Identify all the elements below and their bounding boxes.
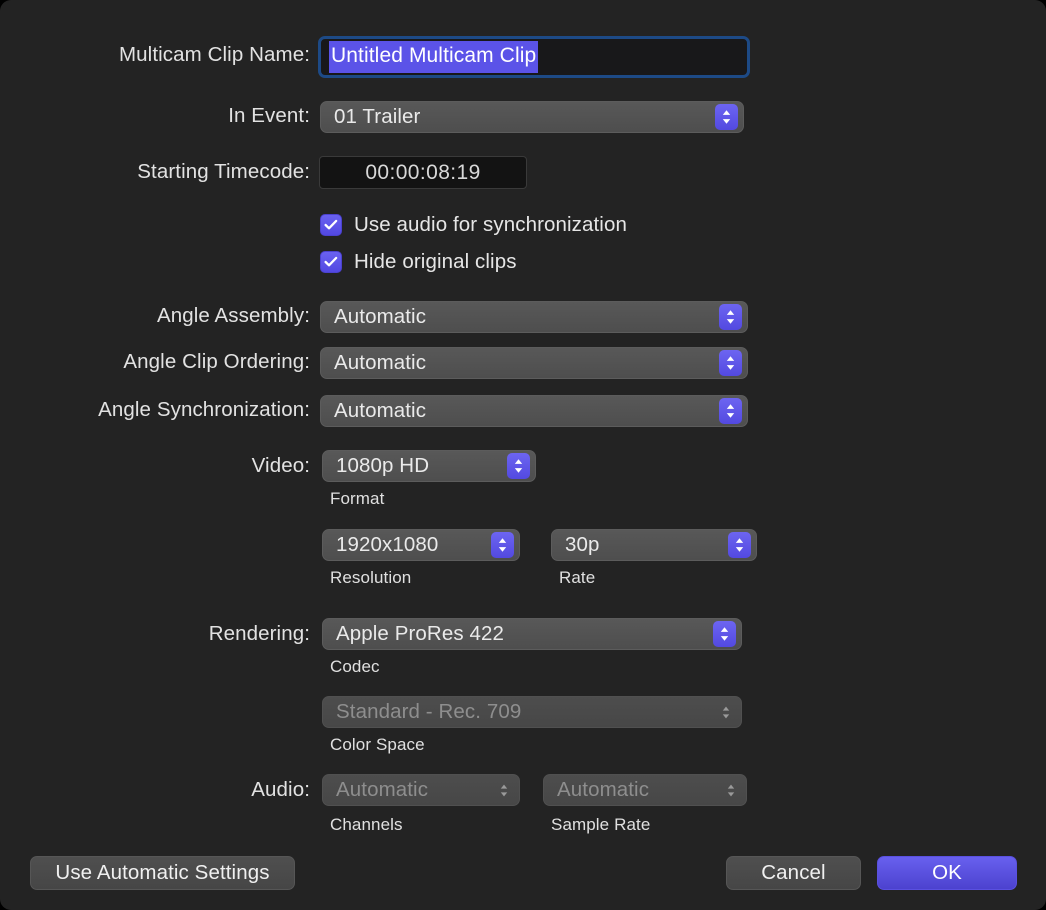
chevron-updown-icon	[494, 777, 514, 803]
starting-timecode-label: Starting Timecode:	[137, 160, 310, 184]
multicam-clip-name-label-row: Multicam Clip Name:	[0, 40, 310, 70]
hide-original-clips-label: Hide original clips	[354, 250, 517, 274]
multicam-clip-name-value: Untitled Multicam Clip	[329, 41, 538, 72]
multicam-clip-name-input-inner[interactable]: Untitled Multicam Clip	[323, 39, 745, 75]
chevron-updown-icon	[507, 453, 530, 479]
multicam-clip-name-input[interactable]: Untitled Multicam Clip	[318, 36, 750, 78]
in-event-popup[interactable]: 01 Trailer	[320, 101, 744, 133]
audio-sample-rate-popup[interactable]: Automatic	[543, 774, 747, 806]
starting-timecode-field[interactable]: 00:00:08:19	[319, 156, 527, 189]
angle-clip-ordering-value: Automatic	[334, 351, 747, 375]
angle-synchronization-popup[interactable]: Automatic	[320, 395, 748, 427]
rendering-label: Rendering:	[209, 622, 310, 646]
video-format-popup[interactable]: 1080p HD	[322, 450, 536, 482]
cancel-button[interactable]: Cancel	[726, 856, 861, 890]
chevron-updown-icon	[491, 532, 514, 558]
checkmark-icon[interactable]	[320, 214, 342, 236]
angle-synchronization-value: Automatic	[334, 399, 747, 423]
checkmark-icon[interactable]	[320, 251, 342, 273]
use-automatic-settings-label: Use Automatic Settings	[55, 861, 269, 885]
video-label: Video:	[252, 454, 310, 478]
video-format-value: 1080p HD	[336, 454, 535, 478]
chevron-updown-icon	[719, 398, 742, 424]
use-audio-for-sync-label: Use audio for synchronization	[354, 213, 627, 237]
chevron-updown-icon	[719, 304, 742, 330]
angle-clip-ordering-popup[interactable]: Automatic	[320, 347, 748, 379]
angle-synchronization-label: Angle Synchronization:	[98, 398, 310, 422]
use-audio-for-sync-checkbox-row[interactable]: Use audio for synchronization	[320, 213, 627, 237]
chevron-updown-icon	[713, 621, 736, 647]
rendering-label-row: Rendering:	[0, 619, 310, 649]
chevron-updown-icon	[728, 532, 751, 558]
chevron-updown-icon	[716, 699, 736, 725]
audio-channels-value: Automatic	[336, 778, 519, 802]
video-rate-popup[interactable]: 30p	[551, 529, 757, 561]
in-event-label-row: In Event:	[0, 101, 310, 131]
rendering-codec-popup[interactable]: Apple ProRes 422	[322, 618, 742, 650]
rendering-codec-caption: Codec	[330, 657, 380, 677]
video-resolution-caption: Resolution	[330, 568, 411, 588]
video-format-caption: Format	[330, 489, 384, 509]
angle-assembly-value: Automatic	[334, 305, 747, 329]
ok-label: OK	[932, 861, 962, 885]
in-event-value: 01 Trailer	[334, 105, 743, 129]
chevron-updown-icon	[715, 104, 738, 130]
rendering-codec-value: Apple ProRes 422	[336, 622, 741, 646]
angle-clip-ordering-label: Angle Clip Ordering:	[123, 350, 310, 374]
audio-label-row: Audio:	[0, 775, 310, 805]
rendering-color-space-caption: Color Space	[330, 735, 425, 755]
chevron-updown-icon	[721, 777, 741, 803]
angle-assembly-label: Angle Assembly:	[157, 304, 310, 328]
angle-assembly-popup[interactable]: Automatic	[320, 301, 748, 333]
in-event-label: In Event:	[228, 104, 310, 128]
chevron-updown-icon	[719, 350, 742, 376]
use-automatic-settings-button[interactable]: Use Automatic Settings	[30, 856, 295, 890]
audio-sample-rate-caption: Sample Rate	[551, 815, 650, 835]
audio-sample-rate-value: Automatic	[557, 778, 746, 802]
hide-original-clips-checkbox-row[interactable]: Hide original clips	[320, 250, 517, 274]
multicam-clip-settings-dialog: Multicam Clip Name: Untitled Multicam Cl…	[0, 0, 1046, 910]
video-resolution-popup[interactable]: 1920x1080	[322, 529, 520, 561]
video-label-row: Video:	[0, 451, 310, 481]
angle-synchronization-label-row: Angle Synchronization:	[0, 395, 310, 425]
audio-channels-popup[interactable]: Automatic	[322, 774, 520, 806]
starting-timecode-value: 00:00:08:19	[365, 161, 480, 185]
rendering-color-space-popup[interactable]: Standard - Rec. 709	[322, 696, 742, 728]
angle-clip-ordering-label-row: Angle Clip Ordering:	[0, 347, 310, 377]
multicam-clip-name-label: Multicam Clip Name:	[119, 43, 310, 67]
angle-assembly-label-row: Angle Assembly:	[0, 301, 310, 331]
starting-timecode-label-row: Starting Timecode:	[0, 157, 310, 187]
cancel-label: Cancel	[761, 861, 825, 885]
audio-label: Audio:	[251, 778, 310, 802]
rendering-color-space-value: Standard - Rec. 709	[336, 700, 741, 724]
ok-button[interactable]: OK	[877, 856, 1017, 890]
video-rate-caption: Rate	[559, 568, 595, 588]
audio-channels-caption: Channels	[330, 815, 403, 835]
